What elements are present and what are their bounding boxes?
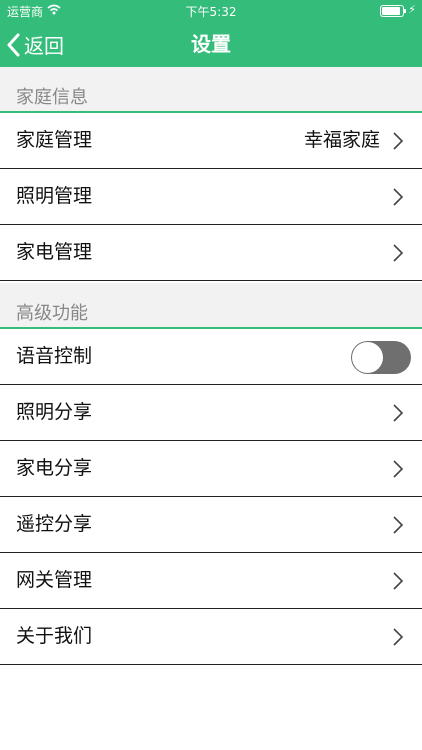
chevron-right-icon — [393, 516, 404, 534]
toggle-knob — [352, 342, 383, 373]
chevron-right-icon — [393, 460, 404, 478]
top-bar: 运营商 下午5:32 ⚡ 返回 设置 — [0, 0, 422, 67]
row-family-management[interactable]: 家庭管理 幸福家庭 — [0, 113, 422, 169]
row-lighting-share[interactable]: 照明分享 — [0, 385, 422, 441]
row-label: 关于我们 — [16, 625, 93, 647]
section-title: 家庭信息 — [16, 87, 88, 108]
chevron-right-icon — [393, 132, 404, 150]
section-title: 高级功能 — [16, 303, 88, 324]
row-label: 家电分享 — [16, 457, 93, 479]
chevron-right-icon — [393, 572, 404, 590]
row-about-us[interactable]: 关于我们 — [0, 609, 422, 665]
page-title: 设置 — [191, 32, 231, 56]
charging-icon: ⚡ — [408, 3, 416, 16]
row-appliance-share[interactable]: 家电分享 — [0, 441, 422, 497]
battery-icon — [380, 5, 406, 17]
section-family-info: 家庭信息 家庭管理 幸福家庭 照明管理 家电管理 — [0, 67, 422, 281]
row-label: 家庭管理 — [16, 129, 93, 151]
row-gateway-management[interactable]: 网关管理 — [0, 553, 422, 609]
row-appliance-management[interactable]: 家电管理 — [0, 225, 422, 281]
row-label: 语音控制 — [16, 345, 93, 367]
clock: 下午5:32 — [185, 5, 237, 19]
chevron-right-icon — [393, 244, 404, 262]
chevron-right-icon — [393, 628, 404, 646]
chevron-right-icon — [393, 404, 404, 422]
section-header: 高级功能 — [0, 283, 422, 329]
section-advanced-features: 高级功能 语音控制 照明分享 家电分享 遥控分享 网关管理 关于我们 — [0, 283, 422, 665]
row-label: 家电管理 — [16, 241, 93, 263]
row-label: 遥控分享 — [16, 513, 93, 535]
row-value: 幸福家庭 — [303, 129, 380, 151]
chevron-right-icon — [393, 188, 404, 206]
row-label: 照明管理 — [16, 185, 93, 207]
voice-control-toggle[interactable] — [351, 341, 411, 374]
row-voice-control: 语音控制 — [0, 329, 422, 385]
navigation-bar: 返回 设置 — [0, 22, 422, 67]
row-remote-share[interactable]: 遥控分享 — [0, 497, 422, 553]
status-bar: 运营商 下午5:32 ⚡ — [0, 0, 422, 22]
row-label: 网关管理 — [16, 569, 93, 591]
section-header: 家庭信息 — [0, 67, 422, 113]
row-lighting-management[interactable]: 照明管理 — [0, 169, 422, 225]
row-label: 照明分享 — [16, 401, 93, 423]
empty-area — [0, 668, 422, 750]
